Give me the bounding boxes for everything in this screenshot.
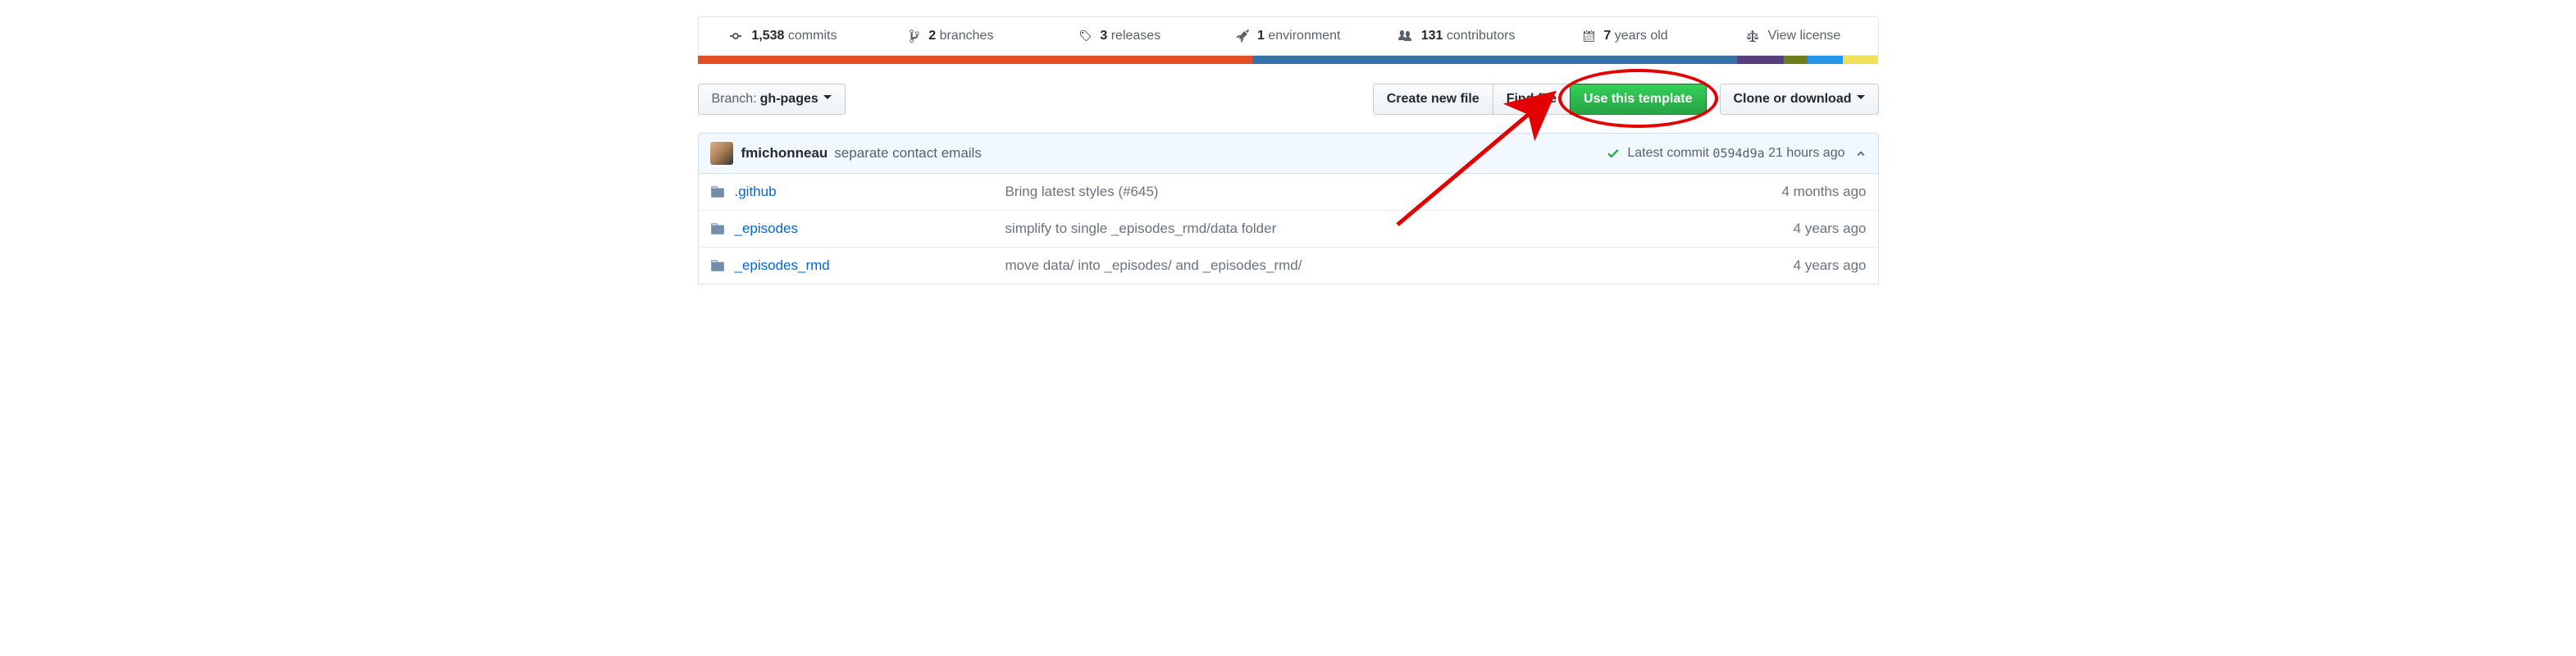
commits-link[interactable]: 1,538 commits [699, 17, 867, 55]
table-row: _episodessimplify to single _episodes_rm… [699, 210, 1878, 247]
use-template-button[interactable]: Use this template [1570, 84, 1706, 115]
clone-download-button[interactable]: Clone or download [1720, 84, 1879, 115]
file-age: 4 years ago [1719, 257, 1867, 274]
file-name[interactable]: _episodes [735, 221, 1005, 237]
commit-message[interactable]: separate contact emails [834, 145, 982, 162]
file-commit-msg[interactable]: Bring latest styles (#645) [1005, 184, 1719, 200]
environment-link[interactable]: 1 environment [1204, 17, 1372, 55]
caret-down-icon [1857, 95, 1865, 103]
file-name[interactable]: _episodes_rmd [735, 257, 1005, 274]
commits-icon [728, 30, 743, 43]
license-link[interactable]: View license [1709, 17, 1877, 55]
folder-icon [710, 258, 725, 273]
folder-icon [710, 184, 725, 199]
branch-icon [909, 29, 920, 43]
table-row: .githubBring latest styles (#645)4 month… [699, 174, 1878, 210]
contributors-link[interactable]: 131 contributors [1372, 17, 1540, 55]
repo-stats-bar: 1,538 commits 2 branches 3 releases 1 en… [698, 16, 1879, 56]
branch-select-button[interactable]: Branch: gh-pages [698, 84, 846, 115]
calendar-icon [1582, 30, 1595, 43]
file-list: .githubBring latest styles (#645)4 month… [698, 174, 1879, 285]
law-icon [1746, 30, 1759, 43]
chevron-up-icon[interactable] [1855, 148, 1867, 159]
branch-name: gh-pages [760, 91, 818, 107]
file-commit-msg[interactable]: move data/ into _episodes/ and _episodes… [1005, 257, 1719, 274]
age-link[interactable]: 7 years old [1541, 17, 1709, 55]
rocket-icon [1236, 30, 1249, 43]
tag-icon [1078, 30, 1092, 43]
create-new-file-button[interactable]: Create new file [1373, 84, 1493, 115]
file-commit-msg[interactable]: simplify to single _episodes_rmd/data fo… [1005, 221, 1719, 237]
caret-down-icon [823, 95, 832, 103]
avatar[interactable] [710, 142, 733, 165]
commit-time: 21 hours ago [1768, 146, 1844, 161]
commit-author[interactable]: fmichonneau [741, 145, 828, 162]
releases-link[interactable]: 3 releases [1035, 17, 1203, 55]
branches-link[interactable]: 2 branches [867, 17, 1035, 55]
language-bar[interactable] [698, 56, 1879, 64]
commit-sha[interactable]: 0594d9a [1712, 146, 1764, 161]
people-icon [1397, 30, 1412, 43]
folder-icon [710, 221, 725, 236]
file-age: 4 years ago [1719, 221, 1867, 237]
file-name[interactable]: .github [735, 184, 1005, 200]
check-icon[interactable] [1606, 146, 1621, 161]
latest-commit-label: Latest commit [1627, 146, 1709, 161]
branch-prefix: Branch: [712, 91, 757, 107]
latest-commit-bar: fmichonneau separate contact emails Late… [698, 133, 1879, 174]
table-row: _episodes_rmdmove data/ into _episodes/ … [699, 247, 1878, 284]
file-age: 4 months ago [1719, 184, 1867, 200]
find-file-button[interactable]: Find file [1493, 84, 1571, 115]
